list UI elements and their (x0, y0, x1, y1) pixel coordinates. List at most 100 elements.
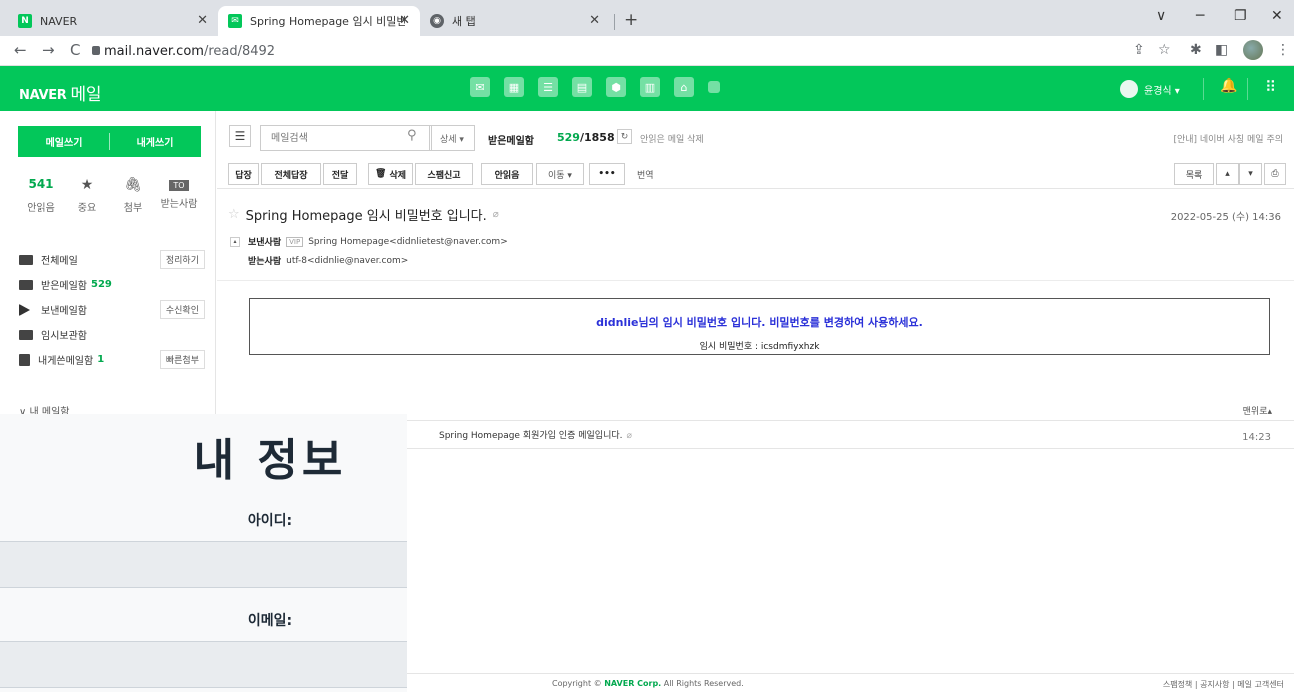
send-arrow-icon (19, 303, 30, 316)
delete-label: 삭제 (389, 170, 406, 181)
body-text: 님의 임시 비밀번호 입니다. 비밀번호를 변경하여 사용하세요. (638, 316, 923, 329)
stat-to-me[interactable]: TO 받는사람 (156, 177, 202, 214)
close-tab-icon[interactable]: ✕ (589, 13, 600, 28)
collapse-toggle-icon[interactable]: ▴ (230, 236, 240, 247)
mark-unread-button[interactable]: 안읽음 (481, 163, 533, 185)
write-mail-button[interactable]: 메일쓰기 (19, 127, 109, 156)
url-field[interactable]: mail.naver.com/read/8492 (104, 44, 275, 59)
body-message: didnlie님의 임시 비밀번호 입니다. 비밀번호를 변경하여 사용하세요. (250, 314, 1269, 330)
folder-sent[interactable]: 보낸메일함 수신확인 (19, 300, 205, 319)
reply-button[interactable]: 답장 (228, 163, 259, 185)
new-tab-plus-icon[interactable]: + (624, 10, 638, 30)
folder-drafts[interactable]: 임시보관함 (19, 327, 205, 342)
close-window-icon[interactable]: ✕ (1271, 8, 1283, 24)
browser-tab-bar: N NAVER ✕ ✉ Spring Homepage 임시 비밀번... ✕ … (0, 0, 1294, 36)
tag-icon[interactable]: ⌀ (493, 209, 499, 220)
id-label: 아이디: (247, 513, 293, 529)
folder-inbox[interactable]: 받은메일함 529 (19, 277, 205, 292)
minimize-icon[interactable]: ─ (1196, 8, 1204, 24)
delete-button[interactable]: 🗑 삭제 (368, 163, 413, 185)
forward-arrow-icon[interactable]: → (42, 41, 55, 59)
mail-body-box: didnlie님의 임시 비밀번호 입니다. 비밀번호를 변경하여 사용하세요.… (249, 298, 1270, 355)
search-icon[interactable]: ⚲ (407, 128, 417, 143)
reply-all-button[interactable]: 전체답장 (261, 163, 321, 185)
calendar-icon[interactable]: ▦ (504, 77, 524, 97)
read-receipt-button[interactable]: 수신확인 (159, 300, 205, 319)
close-tab-icon[interactable]: ✕ (399, 13, 410, 28)
translate-button[interactable]: 번역 (637, 168, 654, 181)
folder-all-mail[interactable]: 전체메일 정리하기 (19, 250, 205, 269)
scroll-to-top-link[interactable]: 맨위로▴ (1243, 404, 1272, 417)
star-outline-icon[interactable]: ☆ (228, 207, 240, 222)
folder-to-myself[interactable]: 내게쓴메일함 1 빠른첨부 (19, 350, 205, 369)
copyright-prefix: Copyright © (552, 679, 605, 688)
side-panel-icon[interactable]: ◧ (1215, 42, 1228, 58)
recipient-address[interactable]: utf-8<didnlie@naver.com> (286, 256, 408, 266)
bell-icon[interactable]: 🔔 (1220, 78, 1237, 94)
menu-kebab-icon[interactable]: ⋮ (1276, 42, 1290, 58)
tab-search-chevron-icon[interactable]: ∨ (1156, 8, 1166, 24)
tab-naver[interactable]: N NAVER ✕ (8, 6, 218, 36)
extensions-puzzle-icon[interactable]: ✱ (1190, 42, 1202, 58)
bookmark-star-icon[interactable]: ☆ (1158, 42, 1171, 58)
print-icon[interactable]: ⎙ (1264, 163, 1286, 185)
refresh-icon[interactable]: ↻ (617, 129, 632, 144)
mail-subject: ☆ Spring Homepage 임시 비밀번호 입니다. ⌀ (228, 205, 499, 224)
id-field[interactable] (0, 541, 407, 588)
next-mail-arrow-icon[interactable]: ▾ (1239, 163, 1262, 185)
naver-corp-link[interactable]: NAVER Corp. (604, 679, 661, 688)
contacts-icon[interactable]: ▤ (572, 77, 592, 97)
tab-spring-homepage[interactable]: ✉ Spring Homepage 임시 비밀번... ✕ (218, 6, 420, 36)
reload-icon[interactable]: C (70, 41, 80, 59)
my-info-overlay: 내 정보 아이디: 이메일: (0, 414, 407, 692)
mybox-icon[interactable]: ⬢ (606, 77, 626, 97)
write-self-button[interactable]: 내게쓰기 (110, 127, 200, 156)
address-bar: ← → C mail.naver.com/read/8492 ⇪ ☆ ✱ ◧ ⋮ (0, 36, 1294, 66)
memo-icon[interactable]: ▥ (640, 77, 660, 97)
maximize-icon[interactable]: ❐ (1234, 8, 1247, 24)
more-actions-button[interactable]: ••• (589, 163, 625, 185)
stat-important[interactable]: ★ 중요 (64, 177, 110, 214)
user-name: 윤경식 ▾ (1144, 85, 1180, 97)
hamburger-menu-icon[interactable]: ☰ (229, 125, 251, 147)
forward-button[interactable]: 전달 (323, 163, 357, 185)
apps-grid-icon[interactable]: ⠿ (1265, 78, 1276, 96)
spam-report-button[interactable]: 스팸신고 (415, 163, 473, 185)
prev-mail-arrow-icon[interactable]: ▴ (1216, 163, 1239, 185)
tag-icon[interactable]: ⌀ (627, 431, 632, 441)
folder-label: 보낸메일함 (41, 306, 87, 317)
list-icon[interactable]: ☰ (538, 77, 558, 97)
tab-title: 새 탭 (452, 15, 476, 28)
email-field[interactable] (0, 641, 407, 688)
naver-mail-logo[interactable]: NAVER 메일 (19, 79, 102, 105)
organize-button[interactable]: 정리하기 (159, 250, 205, 269)
tab-new[interactable]: ◉ 새 탭 ✕ (420, 6, 610, 36)
folder-label: 받은메일함 (41, 281, 87, 292)
mail-service-icon[interactable]: ✉ (470, 77, 490, 97)
profile-avatar[interactable] (1243, 40, 1263, 60)
list-button[interactable]: 목록 (1174, 163, 1214, 185)
from-label: 보낸사람 (248, 238, 282, 248)
quick-attach-button[interactable]: 빠른첨부 (159, 350, 205, 369)
stat-unread[interactable]: 541 안읽음 (18, 177, 64, 214)
stat-label: 첨부 (123, 203, 143, 214)
notice-link[interactable]: [안내] 네이버 사칭 메일 주의 (1173, 132, 1283, 145)
folder-count: 1 (97, 354, 105, 365)
footer-links[interactable]: 스팸정책 | 공지사항 | 메일 고객센터 (1163, 679, 1284, 690)
detail-search-dropdown[interactable]: 상세 ▾ (429, 125, 475, 151)
home-icon[interactable]: ⌂ (674, 77, 694, 97)
delete-unread-link[interactable]: 안읽은 메일 삭제 (640, 132, 704, 145)
vip-badge[interactable]: VIP (286, 236, 304, 247)
user-menu[interactable]: 윤경식 ▾ (1120, 80, 1180, 98)
back-arrow-icon[interactable]: ← (14, 41, 27, 59)
close-tab-icon[interactable]: ✕ (197, 13, 208, 28)
more-services-icon[interactable] (708, 81, 720, 93)
share-icon[interactable]: ⇪ (1133, 42, 1145, 58)
service-icons: ✉ ▦ ☰ ▤ ⬢ ▥ ⌂ (470, 77, 720, 97)
sender-address[interactable]: Spring Homepage<didnlietest@naver.com> (308, 237, 508, 247)
move-dropdown[interactable]: 이동 ▾ (536, 163, 584, 185)
lock-icon (92, 46, 100, 55)
to-label: 받는사람 (248, 257, 282, 267)
mail-date: 2022-05-25 (수) 14:36 (1170, 212, 1281, 223)
stat-attachment[interactable]: 🖇 첨부 (110, 177, 156, 214)
